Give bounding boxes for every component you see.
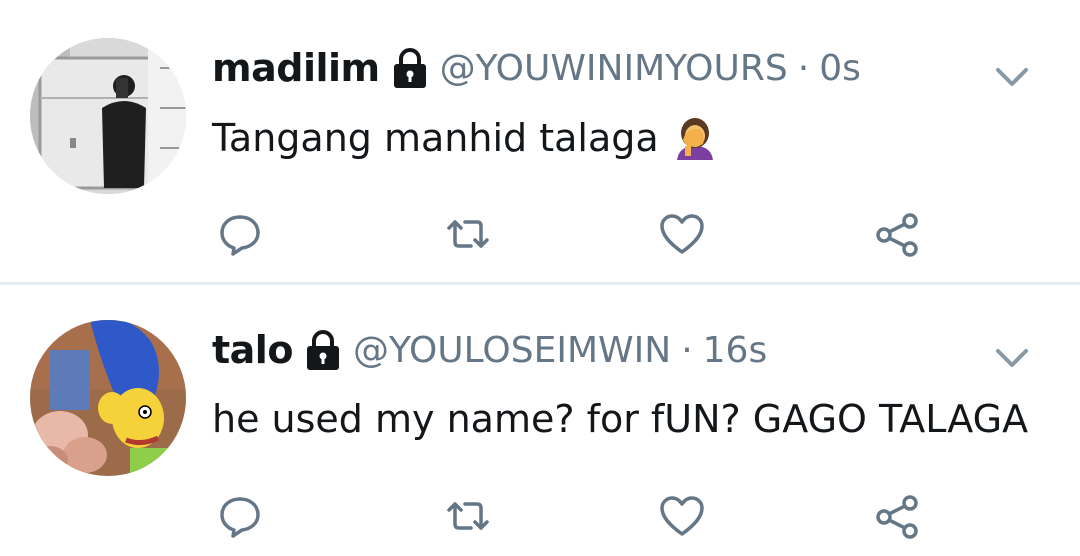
tweet-feed: madilim @YOUWINIMYOURS · 0s Tangang manh… — [0, 0, 1080, 556]
reply-button[interactable] — [212, 206, 268, 262]
avatar[interactable] — [30, 38, 186, 194]
tweet-text: Tangang manhid talaga — [212, 116, 659, 160]
heart-icon — [660, 214, 704, 254]
lock-icon — [305, 329, 341, 371]
display-name[interactable]: talo — [212, 328, 293, 372]
retweet-icon — [447, 502, 489, 530]
separator-dot: · — [681, 329, 693, 371]
avatar[interactable] — [30, 320, 186, 476]
tweet-header: madilim @YOUWINIMYOURS · 0s — [212, 43, 861, 93]
retweet-icon — [447, 220, 489, 248]
tweet-text-row: he used my name? for fUN? GAGO TALAGA — [212, 393, 1028, 445]
reply-button[interactable] — [212, 488, 268, 544]
woman-facepalming-emoji-icon — [673, 116, 717, 160]
like-button[interactable] — [654, 488, 710, 544]
separator-dot: · — [797, 47, 810, 89]
tweet-text: he used my name? for fUN? GAGO TALAGA — [212, 397, 1029, 441]
tweet[interactable]: madilim @YOUWINIMYOURS · 0s Tangang manh… — [0, 0, 1080, 282]
avatar-image — [30, 38, 186, 194]
tweet-text-row: Tangang manhid talaga — [212, 112, 717, 164]
share-icon — [876, 495, 918, 539]
user-handle[interactable]: @YOUWINIMYOURS — [440, 48, 788, 89]
heart-icon — [660, 496, 704, 536]
share-button[interactable] — [870, 488, 926, 544]
avatar-image — [30, 320, 186, 476]
user-handle[interactable]: @YOULOSEIMWIN — [353, 330, 671, 371]
retweet-button[interactable] — [440, 206, 496, 262]
tweet[interactable]: talo @YOULOSEIMWIN · 16s he used my name… — [0, 285, 1080, 556]
reply-icon — [220, 215, 260, 256]
lock-icon — [392, 47, 428, 89]
share-icon — [876, 213, 918, 257]
tweet-header: talo @YOULOSEIMWIN · 16s — [212, 325, 767, 375]
timestamp[interactable]: 16s — [703, 330, 768, 371]
retweet-button[interactable] — [440, 488, 496, 544]
timestamp[interactable]: 0s — [819, 48, 861, 89]
like-button[interactable] — [654, 206, 710, 262]
display-name[interactable]: madilim — [212, 46, 380, 90]
tweet-actions — [212, 488, 932, 544]
chevron-down-icon[interactable] — [992, 337, 1032, 377]
tweet-actions — [212, 206, 932, 262]
reply-icon — [220, 497, 260, 538]
chevron-down-icon[interactable] — [992, 56, 1032, 96]
share-button[interactable] — [870, 206, 926, 262]
